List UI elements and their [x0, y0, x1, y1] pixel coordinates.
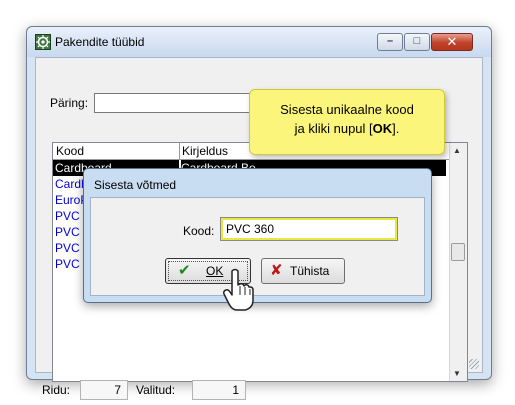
selected-count-value: 1: [192, 380, 246, 400]
x-icon: ✘: [270, 262, 283, 279]
cancel-button[interactable]: ✘ Tühista: [261, 258, 345, 284]
rows-count-label: Ridu:: [42, 383, 71, 397]
callout-line-1: Sisesta unikaalne kood: [280, 102, 414, 117]
dialog-title: Sisesta võtmed: [94, 178, 177, 192]
rows-count-value: 7: [80, 380, 128, 400]
scroll-down-icon[interactable]: ▼: [453, 369, 461, 378]
title-bar[interactable]: Pakendite tüübid – □ ✕: [27, 27, 491, 57]
callout-prefix: ja kliki nupul [: [294, 121, 373, 136]
code-input[interactable]: PVC 360: [220, 217, 398, 241]
gear-icon: [35, 34, 51, 50]
maximize-icon: □: [413, 35, 421, 47]
scroll-thumb[interactable]: [451, 243, 465, 261]
resize-grip-icon[interactable]: [469, 359, 479, 369]
enter-keys-dialog: Sisesta võtmed Kood: PVC 360 ✔ OK ✘ Tühi…: [83, 168, 432, 303]
scroll-up-icon[interactable]: ▲: [453, 146, 461, 155]
ok-button-label: OK: [206, 264, 224, 278]
close-button[interactable]: ✕: [431, 33, 473, 51]
window-title: Pakendite tüübid: [55, 35, 145, 49]
code-label: Kood:: [183, 224, 215, 238]
selected-count-label: Valitud:: [136, 383, 176, 397]
column-divider[interactable]: [179, 143, 180, 159]
callout-bold: OK: [372, 121, 393, 136]
hand-cursor-icon: [223, 268, 254, 311]
minimize-icon: –: [386, 35, 394, 47]
query-label: Päring:: [50, 96, 89, 110]
column-header-code[interactable]: Kood: [56, 144, 84, 158]
close-icon: ✕: [446, 34, 458, 49]
vertical-scrollbar[interactable]: ▲ ▼: [449, 143, 467, 381]
column-header-description[interactable]: Kirjeldus: [182, 144, 228, 158]
maximize-button[interactable]: □: [404, 33, 430, 51]
minimize-button[interactable]: –: [377, 33, 403, 51]
callout-suffix: ].: [392, 121, 400, 136]
callout-line-2: ja kliki nupul [OK].: [250, 119, 444, 138]
instruction-callout: Sisesta unikaalne kood ja kliki nupul [O…: [249, 89, 445, 155]
checkmark-icon: ✔: [178, 262, 191, 279]
dialog-client: Kood: PVC 360 ✔ OK ✘ Tühista: [90, 197, 425, 296]
cancel-button-label: Tühista: [290, 264, 330, 278]
